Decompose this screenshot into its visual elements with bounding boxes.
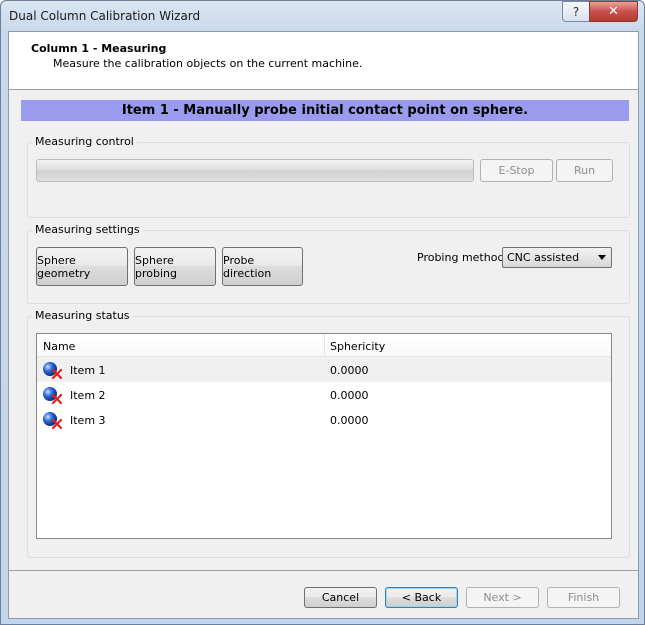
measuring-control-label: Measuring control: [32, 135, 137, 148]
title-bar[interactable]: Dual Column Calibration Wizard ? ✕: [1, 1, 644, 31]
back-button[interactable]: < Back: [385, 587, 458, 608]
item-sphericity: 0.0000: [330, 364, 369, 377]
sphere-error-icon: [43, 412, 63, 429]
next-button[interactable]: Next >: [466, 587, 539, 608]
list-item[interactable]: Item 2 0.0000: [37, 382, 611, 407]
probe-direction-button[interactable]: Probe direction: [222, 247, 303, 286]
help-button[interactable]: ?: [562, 1, 590, 22]
chevron-down-icon: [598, 255, 606, 260]
close-button[interactable]: ✕: [589, 1, 638, 22]
item-name: Item 3: [70, 414, 106, 427]
cancel-button[interactable]: Cancel: [304, 587, 377, 608]
measuring-status-list[interactable]: Name Sphericity Item 1 0.0000 Item 2 0.0…: [36, 333, 612, 539]
page-subtitle: Measure the calibration objects on the c…: [53, 57, 363, 70]
wizard-header: Column 1 - Measuring Measure the calibra…: [9, 32, 638, 90]
measuring-settings-label: Measuring settings: [32, 223, 143, 236]
sphere-geometry-button[interactable]: Sphere geometry: [36, 247, 128, 286]
instruction-banner: Item 1 - Manually probe initial contact …: [21, 100, 629, 121]
sphere-probing-button[interactable]: Sphere probing: [134, 247, 216, 286]
window-title: Dual Column Calibration Wizard: [9, 9, 201, 23]
measuring-status-label: Measuring status: [32, 309, 133, 322]
list-header: Name Sphericity: [37, 334, 611, 357]
run-button[interactable]: Run: [556, 159, 613, 182]
help-icon: ?: [572, 4, 580, 19]
footer-divider: [9, 570, 638, 571]
close-icon: ✕: [608, 4, 619, 19]
probing-method-label: Probing method:: [417, 251, 509, 264]
column-divider[interactable]: [324, 334, 325, 356]
page-title: Column 1 - Measuring: [31, 42, 167, 55]
finish-button[interactable]: Finish: [547, 587, 620, 608]
item-sphericity: 0.0000: [330, 414, 369, 427]
item-name: Item 2: [70, 389, 106, 402]
probing-method-value: CNC assisted: [507, 251, 580, 264]
list-item[interactable]: Item 1 0.0000: [37, 357, 611, 382]
measuring-progress-bar: [36, 159, 474, 182]
item-sphericity: 0.0000: [330, 389, 369, 402]
probing-method-select[interactable]: CNC assisted: [502, 247, 612, 268]
sphere-error-icon: [43, 362, 63, 379]
sphere-error-icon: [43, 387, 63, 404]
column-header-sphericity[interactable]: Sphericity: [330, 340, 385, 353]
wizard-client-area: Column 1 - Measuring Measure the calibra…: [8, 31, 639, 619]
wizard-window: Dual Column Calibration Wizard ? ✕ Colum…: [0, 0, 645, 625]
list-item[interactable]: Item 3 0.0000: [37, 407, 611, 432]
item-name: Item 1: [70, 364, 106, 377]
estop-button[interactable]: E-Stop: [480, 159, 553, 182]
column-header-name[interactable]: Name: [43, 340, 75, 353]
